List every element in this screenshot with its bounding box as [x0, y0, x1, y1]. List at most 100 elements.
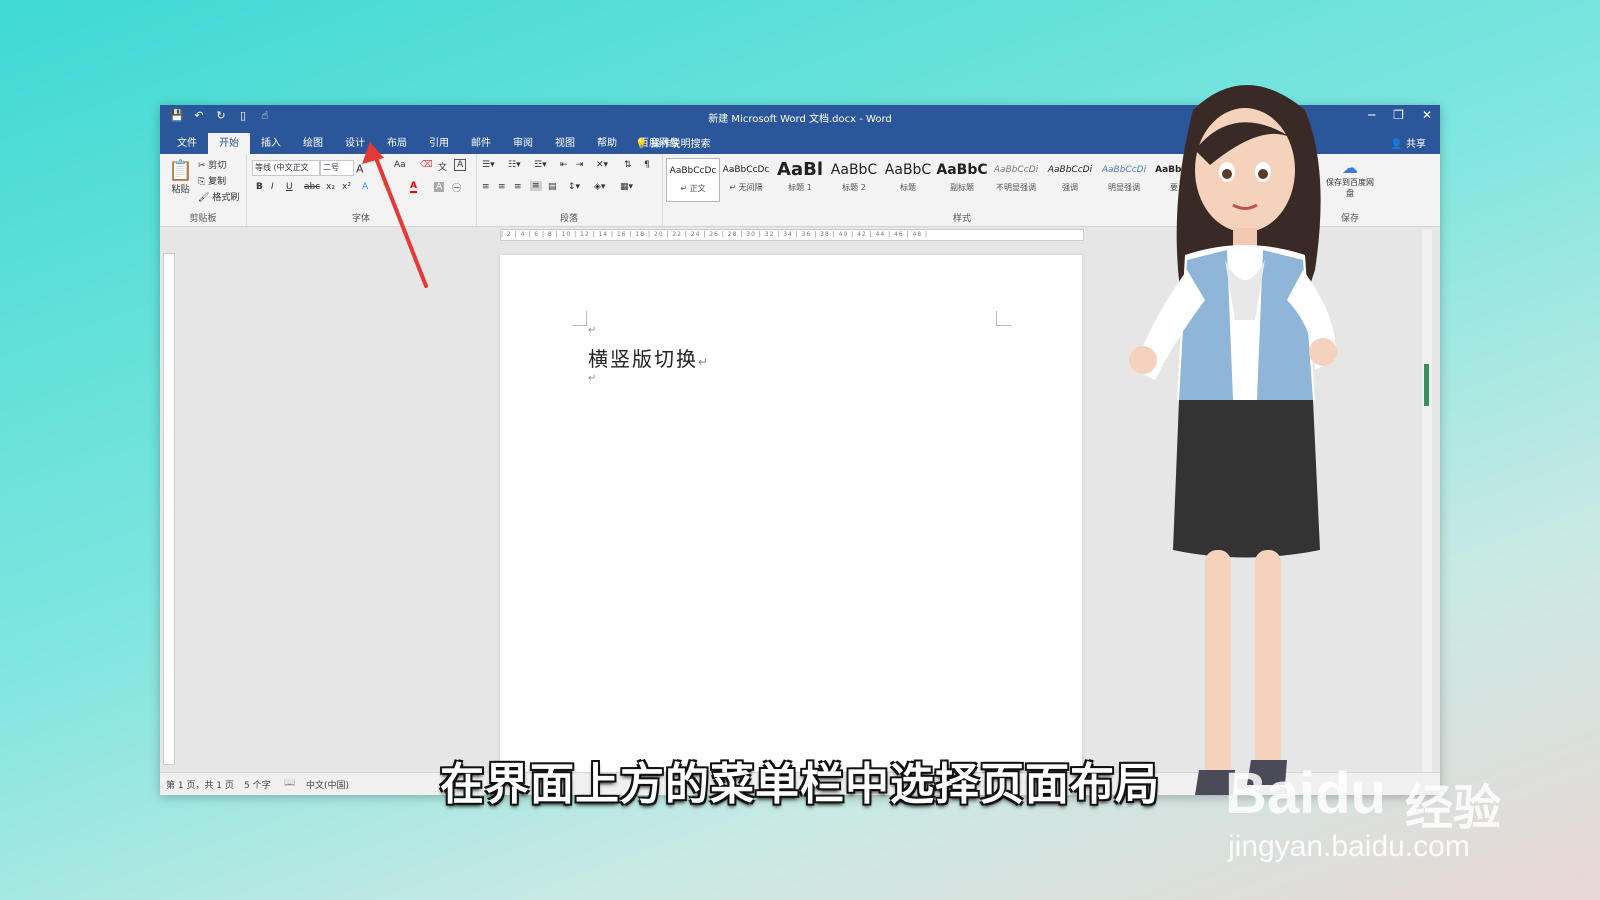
clipboard-icon: 📋 — [168, 158, 193, 182]
align-center-icon[interactable]: ≡ — [498, 182, 506, 192]
horizontal-ruler: | 2 | 4 | 6 | 8 | 10 | 12 | 14 | 16 | 18… — [500, 229, 1084, 241]
style-name: 标题 1 — [788, 183, 812, 192]
tab-review[interactable]: 审阅 — [502, 133, 544, 154]
tell-me-label: 操作说明搜索 — [650, 139, 711, 150]
line-spacing-icon[interactable]: ↕▾ — [568, 182, 580, 192]
bold-button[interactable]: B — [256, 182, 263, 192]
margin-mark-right — [996, 311, 1011, 326]
align-left-icon[interactable]: ≡ — [482, 182, 490, 192]
style-preview: AaBbCcDi — [1047, 165, 1093, 175]
scrollbar-thumb[interactable] — [1424, 364, 1429, 406]
tab-home[interactable]: 开始 — [208, 133, 250, 154]
style-name: 不明显强调 — [996, 183, 1036, 192]
restore-button[interactable]: ❐ — [1393, 108, 1404, 122]
style-name: ↵ 正文 — [680, 184, 706, 193]
jingyan-watermark: 经验 — [1405, 780, 1502, 836]
paragraph-group: ☰▾ ☷▾ ☲▾ ⇤ ⇥ ✕▾ ⇅ ¶ ≡ ≡ ≡ ≡ ▤ ↕▾ ◈▾ ▦▾ 段… — [476, 154, 663, 226]
style-preview: AaBbC — [936, 162, 988, 178]
style-name: ↵ 无间隔 — [729, 183, 763, 192]
numbering-icon[interactable]: ☷▾ — [508, 160, 521, 170]
style-name: 强调 — [1062, 183, 1078, 192]
document-text[interactable]: 横竖版切换↵ — [588, 343, 710, 372]
increase-indent-icon[interactable]: ⇥ — [576, 160, 584, 170]
cut-button[interactable]: ✂ 剪切 — [198, 158, 226, 171]
clipboard-group-label: 剪贴板 — [189, 214, 217, 224]
font-name-select[interactable]: 等线 (中文正文 — [252, 160, 320, 176]
enclose-char-icon[interactable]: ㊀ — [452, 181, 461, 194]
align-right-icon[interactable]: ≡ — [514, 182, 522, 192]
paragraph-group-label: 段落 — [559, 214, 578, 224]
copy-label: 复制 — [208, 177, 227, 187]
borders-icon[interactable]: ▦▾ — [620, 182, 633, 192]
style-preview: AaBbC — [830, 162, 878, 178]
tab-file[interactable]: 文件 — [166, 133, 208, 154]
justify-icon[interactable]: ≡ — [530, 181, 542, 191]
distribute-icon[interactable]: ▤ — [548, 182, 557, 192]
style-name: 副标题 — [950, 183, 974, 192]
tab-help[interactable]: 帮助 — [586, 133, 628, 154]
sort-icon[interactable]: ⇅ — [624, 160, 632, 170]
lightbulb-icon: 💡 — [635, 139, 648, 150]
strikethrough-button[interactable]: abc — [304, 182, 320, 192]
bullets-icon[interactable]: ☰▾ — [482, 160, 495, 170]
window-controls: ─ ❐ ✕ — [1368, 108, 1432, 122]
baidu-watermark-logo: Baidu — [1225, 761, 1387, 826]
document-page[interactable]: ↵ 横竖版切换↵ ↵ — [500, 255, 1082, 795]
style-subtle-emphasis[interactable]: AaBbCcDi 不明显强调 — [990, 158, 1042, 200]
style-preview: AaBbC — [884, 162, 932, 178]
presenter-avatar — [1129, 85, 1337, 795]
multilevel-list-icon[interactable]: ☲▾ — [534, 160, 547, 170]
tab-insert[interactable]: 插入 — [250, 133, 292, 154]
superscript-button[interactable]: x² — [342, 182, 351, 192]
style-heading-1[interactable]: AaBl 标题 1 — [774, 158, 826, 200]
style-name: 标题 — [900, 183, 916, 192]
annotation-arrow — [362, 142, 428, 288]
italic-button[interactable]: I — [271, 182, 274, 192]
char-border-icon[interactable]: A — [454, 159, 467, 171]
shading-icon[interactable]: ◈▾ — [594, 182, 605, 192]
format-painter-label: 格式刷 — [212, 193, 240, 203]
copy-button[interactable]: ⎘ 复制 — [198, 174, 226, 187]
font-size-select[interactable]: 二号 — [320, 160, 354, 176]
scissors-icon: ✂ — [198, 161, 206, 171]
tab-draw[interactable]: 绘图 — [292, 133, 334, 154]
paragraph-mark: ↵ — [698, 355, 711, 369]
style-preview: AaBbCcDc — [669, 166, 717, 176]
share-button[interactable]: 👤 共享 — [1390, 135, 1426, 150]
paste-label: 粘贴 — [171, 185, 190, 195]
style-name: 标题 2 — [842, 183, 866, 192]
cut-label: 剪切 — [208, 161, 227, 171]
style-heading-2[interactable]: AaBbC 标题 2 — [828, 158, 880, 200]
vertical-scrollbar[interactable] — [1422, 229, 1432, 774]
tab-mailings[interactable]: 邮件 — [460, 133, 502, 154]
paragraph-mark: ↵ — [588, 325, 597, 336]
decrease-indent-icon[interactable]: ⇤ — [560, 160, 568, 170]
vertical-ruler — [163, 253, 175, 765]
style-normal[interactable]: AaBbCcDc ↵ 正文 — [666, 158, 720, 202]
underline-button[interactable]: U — [286, 182, 293, 192]
format-painter-button[interactable]: 🖌 格式刷 — [198, 190, 239, 203]
document-text-content: 横竖版切换 — [588, 347, 698, 371]
style-preview: AaBbCcDc — [722, 165, 770, 175]
style-preview: AaBbCcDi — [993, 165, 1039, 175]
paste-button[interactable]: 📋 粘贴 — [168, 158, 193, 195]
chinese-layout-icon[interactable]: ✕▾ — [596, 160, 608, 170]
clipboard-group: 📋 粘贴 ✂ 剪切 ⎘ 复制 🖌 格式刷 剪贴板 — [160, 154, 247, 226]
tell-me-search[interactable]: 💡 操作说明搜索 — [635, 135, 711, 150]
person-icon: 👤 — [1390, 139, 1403, 150]
share-label: 共享 — [1406, 139, 1426, 150]
show-marks-icon[interactable]: ¶ — [644, 160, 650, 170]
copy-icon: ⎘ — [198, 177, 206, 187]
style-preview: AaBl — [777, 159, 823, 180]
watermark-url: jingyan.baidu.com — [1228, 830, 1470, 863]
style-emphasis[interactable]: AaBbCcDi 强调 — [1044, 158, 1096, 200]
close-button[interactable]: ✕ — [1422, 108, 1432, 122]
brush-icon: 🖌 — [198, 193, 210, 203]
subscript-button[interactable]: x₂ — [326, 182, 335, 192]
style-title[interactable]: AaBbC 标题 — [882, 158, 934, 200]
margin-mark-left — [572, 311, 587, 326]
paragraph-mark: ↵ — [588, 373, 597, 384]
style-no-spacing[interactable]: AaBbCcDc ↵ 无间隔 — [720, 158, 772, 200]
style-subtitle[interactable]: AaBbC 副标题 — [936, 158, 988, 200]
tab-view[interactable]: 视图 — [544, 133, 586, 154]
